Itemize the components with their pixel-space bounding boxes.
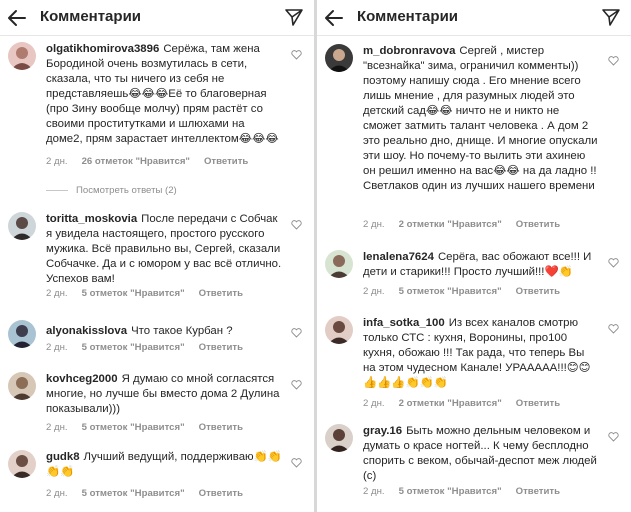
comment-text: Что такое Курбан ? (131, 325, 233, 337)
send-icon[interactable] (601, 7, 621, 27)
comment-username[interactable]: gudk8 (46, 451, 80, 463)
page-title: Комментарии (357, 8, 459, 25)
comment-text-block: infa_sotka_100 Из всех каналов смотрю тол… (363, 316, 599, 391)
heart-icon[interactable] (291, 220, 302, 230)
comment-likes[interactable]: 5 отметок "Нравится" (82, 488, 185, 499)
avatar[interactable] (325, 44, 353, 72)
reply-button[interactable]: Ответить (516, 286, 560, 297)
comment-meta: 2 дн. 2 отметки "Нравится" Ответить (363, 219, 574, 230)
header: Комментарии (0, 0, 314, 36)
avatar[interactable] (325, 250, 353, 278)
comment-time: 2 дн. (363, 286, 385, 297)
comment-text-block: gray.16 Быть можно дельным человеком и ду… (363, 424, 599, 484)
comment-text-block: gudk8 Лучший ведущий, поддерживаю👏👏👏👏 (46, 450, 282, 480)
comment-time: 2 дн. (46, 342, 68, 353)
reply-button[interactable]: Ответить (199, 342, 243, 353)
reply-button[interactable]: Ответить (516, 219, 560, 230)
comment-time: 2 дн. (46, 288, 68, 299)
comment-item: toritta_moskovia После передачи с Собчак … (8, 212, 314, 304)
comment-time: 2 дн. (46, 488, 68, 499)
comment-meta: 2 дн. 5 отметок "Нравится" Ответить (363, 286, 574, 297)
left-comments-panel: Комментарии olgatikhomirova3896 Серёжа, т… (0, 0, 314, 512)
heart-icon[interactable] (608, 324, 619, 334)
avatar[interactable] (325, 316, 353, 344)
comment-item: m_dobronravova Сергей , мистер "всезнайка… (325, 44, 631, 234)
comment-username[interactable]: olgatikhomirova3896 (46, 43, 159, 55)
comment-time: 2 дн. (363, 219, 385, 230)
avatar[interactable] (8, 320, 36, 348)
comment-likes[interactable]: 26 отметок "Нравится" (82, 156, 190, 167)
comment-likes[interactable]: 5 отметок "Нравится" (82, 342, 185, 353)
comment-item: alyonakisslova Что такое Курбан ? 2 дн. 5 … (8, 320, 314, 356)
heart-icon[interactable] (291, 328, 302, 338)
avatar[interactable] (325, 424, 353, 452)
arrow-left-icon[interactable] (323, 7, 345, 29)
divider-line (46, 189, 68, 191)
comment-item: kovhceg2000 Я думаю со мной согласятся мн… (8, 372, 314, 434)
heart-icon[interactable] (608, 432, 619, 442)
comment-likes[interactable]: 2 отметки "Нравится" (399, 398, 502, 409)
comment-meta: 2 дн. 5 отметок "Нравится" Ответить (46, 422, 257, 433)
comment-likes[interactable]: 5 отметок "Нравится" (399, 486, 502, 497)
comment-username[interactable]: m_dobronravova (363, 45, 455, 57)
comment-time: 2 дн. (363, 398, 385, 409)
comment-username[interactable]: gray.16 (363, 425, 402, 437)
right-comments-panel: Комментарии m_dobronravova Сергей , мисте… (317, 0, 631, 512)
heart-icon[interactable] (291, 50, 302, 60)
comment-item: gudk8 Лучший ведущий, поддерживаю👏👏👏👏 2 д… (8, 450, 314, 500)
heart-icon[interactable] (608, 258, 619, 268)
comment-meta: 2 дн. 2 отметки "Нравится" Ответить (363, 398, 574, 409)
comment-item: infa_sotka_100 Из всех каналов смотрю тол… (325, 316, 631, 412)
avatar[interactable] (8, 450, 36, 478)
comment-text-block: alyonakisslova Что такое Курбан ? (46, 324, 282, 339)
reply-button[interactable]: Ответить (199, 288, 243, 299)
view-replies-link[interactable]: Посмотреть ответы (2) (46, 185, 177, 196)
view-replies-label: Посмотреть ответы (2) (76, 185, 177, 196)
reply-button[interactable]: Ответить (516, 486, 560, 497)
comment-username[interactable]: infa_sotka_100 (363, 317, 445, 329)
comment-text-block: kovhceg2000 Я думаю со мной согласятся мн… (46, 372, 282, 417)
send-icon[interactable] (284, 7, 304, 27)
avatar[interactable] (8, 42, 36, 70)
comment-username[interactable]: kovhceg2000 (46, 373, 118, 385)
comment-item: olgatikhomirova3896 Серёжа, там жена Боро… (8, 42, 314, 182)
reply-button[interactable]: Ответить (199, 488, 243, 499)
comment-text: Лучший ведущий, поддерживаю👏👏👏👏 (46, 451, 282, 478)
comment-text-block: lenalena7624 Серёга, вас обожают все!!! И… (363, 250, 599, 280)
comment-item: lenalena7624 Серёга, вас обожают все!!! И… (325, 250, 631, 300)
comment-meta: 2 дн. 5 отметок "Нравится" Ответить (363, 486, 574, 497)
page-title: Комментарии (40, 8, 142, 25)
arrow-left-icon[interactable] (6, 7, 28, 29)
reply-button[interactable]: Ответить (516, 398, 560, 409)
comment-text: Сергей , мистер "всезнайка" зима, ограни… (363, 45, 598, 192)
comment-meta: 2 дн. 5 отметок "Нравится" Ответить (46, 488, 257, 499)
comment-meta: 2 дн. 5 отметок "Нравится" Ответить (46, 288, 257, 299)
comment-text-block: olgatikhomirova3896 Серёжа, там жена Боро… (46, 42, 282, 147)
heart-icon[interactable] (291, 380, 302, 390)
comment-text-block: toritta_moskovia После передачи с Собчак … (46, 212, 282, 287)
comment-text: Серёжа, там жена Бородиной очень возмути… (46, 43, 279, 145)
comment-meta: 2 дн. 26 отметок "Нравится" Ответить (46, 156, 262, 167)
comment-username[interactable]: toritta_moskovia (46, 213, 137, 225)
reply-button[interactable]: Ответить (204, 156, 248, 167)
comment-likes[interactable]: 5 отметок "Нравится" (82, 422, 185, 433)
reply-button[interactable]: Ответить (199, 422, 243, 433)
heart-icon[interactable] (608, 56, 619, 66)
comment-likes[interactable]: 2 отметки "Нравится" (399, 219, 502, 230)
heart-icon[interactable] (291, 458, 302, 468)
comment-username[interactable]: lenalena7624 (363, 251, 434, 263)
comment-likes[interactable]: 5 отметок "Нравится" (399, 286, 502, 297)
comment-meta: 2 дн. 5 отметок "Нравится" Ответить (46, 342, 257, 353)
comment-text-block: m_dobronravova Сергей , мистер "всезнайка… (363, 44, 599, 194)
comment-item: gray.16 Быть можно дельным человеком и ду… (325, 424, 631, 502)
comment-username[interactable]: alyonakisslova (46, 325, 127, 337)
comment-time: 2 дн. (363, 486, 385, 497)
comment-likes[interactable]: 5 отметок "Нравится" (82, 288, 185, 299)
comment-time: 2 дн. (46, 156, 68, 167)
avatar[interactable] (8, 372, 36, 400)
comment-time: 2 дн. (46, 422, 68, 433)
avatar[interactable] (8, 212, 36, 240)
header: Комментарии (317, 0, 631, 36)
